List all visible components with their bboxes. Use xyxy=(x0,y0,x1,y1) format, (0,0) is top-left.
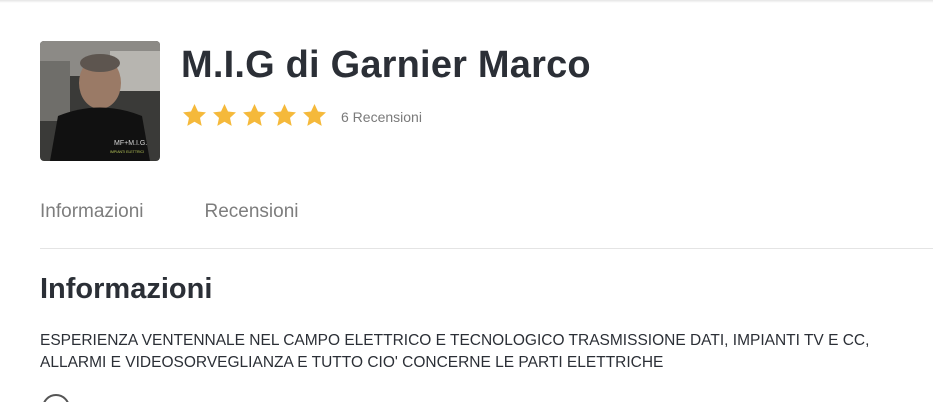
star-icon xyxy=(303,103,326,126)
info-description: ESPERIENZA VENTENNALE NEL CAMPO ELETTRIC… xyxy=(40,332,870,371)
avatar: MF+M.I.G. IMPIANTI ELETTRICI xyxy=(40,41,160,161)
star-icon xyxy=(213,103,236,126)
top-shadow xyxy=(0,0,933,3)
info-section-title: Informazioni xyxy=(40,273,213,305)
avatar-photo: MF+M.I.G. IMPIANTI ELETTRICI xyxy=(40,41,160,161)
tab-recensioni[interactable]: Recensioni xyxy=(205,201,299,223)
profile-tabs: Informazioni Recensioni xyxy=(40,201,299,223)
star-rating xyxy=(181,102,328,129)
partial-info-row xyxy=(42,394,70,402)
rating-row: 6 Recensioni xyxy=(181,100,422,130)
business-profile-page: MF+M.I.G. IMPIANTI ELETTRICI M.I.G di Ga… xyxy=(0,0,933,402)
star-icon xyxy=(183,103,206,126)
tab-informazioni[interactable]: Informazioni xyxy=(40,201,144,223)
avatar-shirt-subtext: IMPIANTI ELETTRICI xyxy=(110,150,144,154)
avatar-shirt-text: MF+M.I.G. xyxy=(114,140,147,147)
reviews-link[interactable]: 6 Recensioni xyxy=(341,106,422,125)
business-name: M.I.G di Garnier Marco xyxy=(181,44,591,86)
tabs-divider xyxy=(40,248,933,249)
star-icon xyxy=(273,103,296,126)
star-icon xyxy=(243,103,266,126)
circle-icon xyxy=(42,394,70,402)
